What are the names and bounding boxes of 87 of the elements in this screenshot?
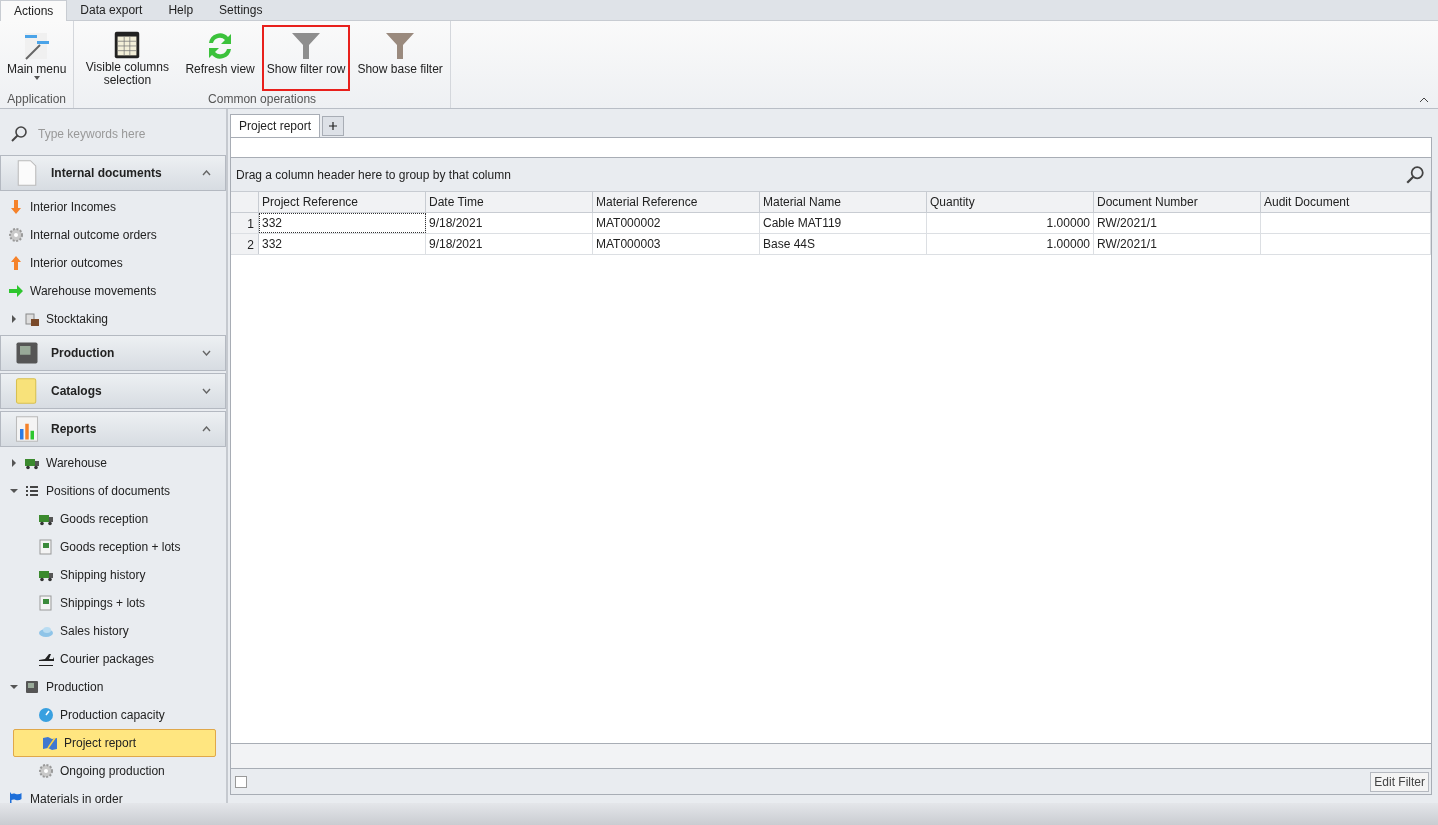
table-cell: MAT000002 bbox=[593, 213, 760, 233]
search-field[interactable]: Type keywords here bbox=[36, 126, 210, 142]
table-cell: RW/2021/1 bbox=[1094, 213, 1261, 233]
gear-icon bbox=[38, 763, 54, 779]
column-header[interactable]: Audit Document bbox=[1261, 192, 1431, 212]
tree-item[interactable]: Positions of documents bbox=[0, 477, 216, 505]
group-header[interactable]: Internal documents bbox=[0, 155, 226, 191]
tree-item[interactable]: Production bbox=[0, 673, 216, 701]
chevron-down-icon[interactable] bbox=[202, 350, 211, 356]
tree-item[interactable]: Stocktaking bbox=[0, 305, 216, 333]
tree-item[interactable]: Warehouse movements bbox=[0, 277, 216, 305]
filter-checkbox[interactable] bbox=[235, 775, 247, 788]
row-number: 1 bbox=[231, 213, 259, 233]
edit-filter-button[interactable]: Edit Filter bbox=[1370, 771, 1429, 792]
expanded-arrow-icon[interactable] bbox=[10, 487, 18, 495]
table-cell: RW/2021/1 bbox=[1094, 234, 1261, 254]
document-tab[interactable]: Project report bbox=[230, 114, 321, 137]
airplane-icon bbox=[38, 651, 54, 667]
group-header[interactable]: Production bbox=[0, 335, 226, 371]
down-arrow-icon bbox=[8, 199, 24, 215]
tree-item[interactable]: Shipping history bbox=[0, 561, 216, 589]
column-header[interactable]: Material Reference bbox=[593, 192, 760, 212]
bar-chart-icon bbox=[13, 415, 41, 443]
table-cell: 1.00000 bbox=[927, 213, 1094, 233]
collapsed-arrow-icon[interactable] bbox=[10, 315, 18, 323]
tree-item[interactable]: Ongoing production bbox=[0, 757, 216, 785]
expanded-arrow-icon[interactable] bbox=[10, 683, 18, 691]
tree-item[interactable]: Project report bbox=[13, 729, 216, 757]
box-icon bbox=[24, 311, 40, 327]
machine-icon bbox=[24, 679, 40, 695]
tree-item[interactable]: Materials in order bbox=[0, 785, 216, 803]
table-cell: 9/18/2021 bbox=[426, 213, 593, 233]
table-cell: Cable MAT119 bbox=[760, 213, 927, 233]
ribbon-button[interactable]: Main menu bbox=[2, 25, 72, 91]
add-tab-icon[interactable] bbox=[322, 116, 345, 136]
menu-tab[interactable]: Data export bbox=[67, 0, 156, 20]
group-header[interactable]: Reports bbox=[0, 411, 226, 447]
table-cell: 332 bbox=[259, 213, 426, 233]
ribbon-group-label: Application bbox=[6, 92, 68, 108]
map-icon bbox=[42, 735, 58, 751]
gauge-icon bbox=[38, 707, 54, 723]
menu-tab[interactable]: Help bbox=[155, 0, 207, 20]
ribbon-group-label: Common operations bbox=[207, 92, 318, 108]
search-icon[interactable] bbox=[1405, 164, 1425, 185]
tree-item[interactable]: Interior Incomes bbox=[0, 193, 216, 221]
ribbon-button[interactable]: Refresh view bbox=[180, 25, 260, 91]
row-number: 2 bbox=[231, 234, 259, 254]
tree-item[interactable]: Warehouse bbox=[0, 449, 216, 477]
table-cell: Base 44S bbox=[760, 234, 927, 254]
search-icon bbox=[10, 125, 28, 143]
tree-item[interactable]: Production capacity bbox=[0, 701, 216, 729]
flag-icon bbox=[8, 791, 24, 803]
tree-item[interactable]: Goods reception + lots bbox=[0, 533, 216, 561]
ribbon-button[interactable]: Visible columns selection bbox=[76, 25, 179, 91]
column-header[interactable]: Date Time bbox=[426, 192, 593, 212]
tree-item[interactable]: Courier packages bbox=[0, 645, 216, 673]
column-header[interactable]: Project Reference bbox=[259, 192, 426, 212]
tree-item[interactable]: Sales history bbox=[0, 617, 216, 645]
column-header[interactable]: Material Name bbox=[760, 192, 927, 212]
menu-tab[interactable]: Settings bbox=[206, 0, 276, 20]
ribbon-button[interactable]: Show filter row bbox=[261, 25, 351, 91]
ribbon-button[interactable]: Show base filter bbox=[352, 25, 448, 91]
group-header[interactable]: Catalogs bbox=[0, 373, 226, 409]
table-cell: 332 bbox=[259, 234, 426, 254]
collapsed-arrow-icon[interactable] bbox=[10, 459, 18, 467]
document-icon bbox=[38, 539, 54, 555]
up-arrow-icon bbox=[8, 255, 24, 271]
dropdown-arrow-icon[interactable] bbox=[33, 76, 40, 80]
tree-item[interactable]: Goods reception bbox=[0, 505, 216, 533]
column-header[interactable]: Document Number bbox=[1094, 192, 1261, 212]
chevron-up-icon[interactable] bbox=[202, 426, 211, 432]
tree-item[interactable]: Internal outcome orders bbox=[0, 221, 216, 249]
right-arrow-icon bbox=[8, 283, 24, 299]
table-cell: 1.00000 bbox=[927, 234, 1094, 254]
list-icon bbox=[24, 483, 40, 499]
collapse-ribbon-icon[interactable] bbox=[1420, 97, 1428, 103]
tree-item[interactable]: Shippings + lots bbox=[0, 589, 216, 617]
menu-tab[interactable]: Actions bbox=[0, 0, 68, 21]
gear-icon bbox=[8, 227, 24, 243]
tree-item[interactable]: Interior outcomes bbox=[0, 249, 216, 277]
chevron-down-icon[interactable] bbox=[202, 388, 211, 394]
table-cell: 9/18/2021 bbox=[426, 234, 593, 254]
column-header[interactable]: Quantity bbox=[927, 192, 1094, 212]
chevron-up-icon[interactable] bbox=[202, 170, 211, 176]
document-icon bbox=[38, 595, 54, 611]
group-panel-hint: Drag a column header here to group by that column bbox=[236, 167, 511, 182]
table-cell: MAT000003 bbox=[593, 234, 760, 254]
